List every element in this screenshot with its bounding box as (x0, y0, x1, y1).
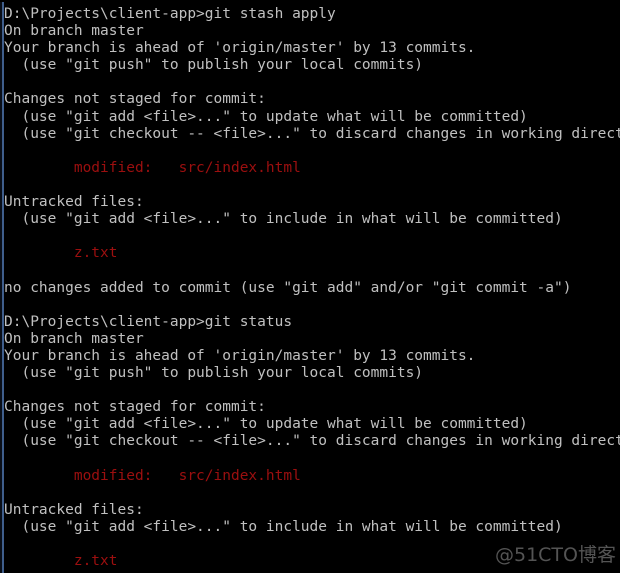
terminal-line: On branch master (4, 23, 144, 40)
terminal-line: D:\Projects\client-app>git status (4, 313, 293, 330)
terminal-line: Untracked files: (4, 501, 144, 518)
terminal-line: (use "git push" to publish your local co… (4, 57, 424, 74)
terminal-line: (use "git checkout -- <file>..." to disc… (4, 433, 620, 450)
terminal-line: On branch master (4, 330, 144, 347)
watermark-label: @51CTO博客 (494, 544, 616, 566)
terminal-line: no changes added to commit (use "git add… (4, 279, 572, 296)
terminal-output[interactable]: D:\Projects\client-app>git stash apply On… (4, 6, 620, 573)
terminal-line: Changes not staged for commit: (4, 91, 266, 108)
terminal-line: (use "git add <file>..." to update what … (4, 108, 528, 125)
terminal-line: D:\Projects\client-app>git stash apply (4, 6, 336, 22)
terminal-line: modified: src/index.html (4, 467, 301, 484)
terminal-line: Your branch is ahead of 'origin/master' … (4, 347, 476, 364)
terminal-line: (use "git add <file>..." to include in w… (4, 518, 563, 535)
terminal-line: (use "git checkout -- <file>..." to disc… (4, 125, 620, 142)
terminal-line: Untracked files: (4, 194, 144, 211)
terminal-window[interactable]: D:\Projects\client-app>git stash apply On… (0, 0, 620, 573)
terminal-line: (use "git push" to publish your local co… (4, 364, 424, 381)
terminal-line: Changes not staged for commit: (4, 399, 266, 416)
terminal-line: z.txt (4, 245, 118, 262)
window-border-top (0, 0, 620, 2)
terminal-line: (use "git add <file>..." to include in w… (4, 211, 563, 228)
terminal-line: (use "git add <file>..." to update what … (4, 416, 528, 433)
terminal-line: Your branch is ahead of 'origin/master' … (4, 40, 476, 57)
terminal-line: modified: src/index.html (4, 159, 301, 176)
